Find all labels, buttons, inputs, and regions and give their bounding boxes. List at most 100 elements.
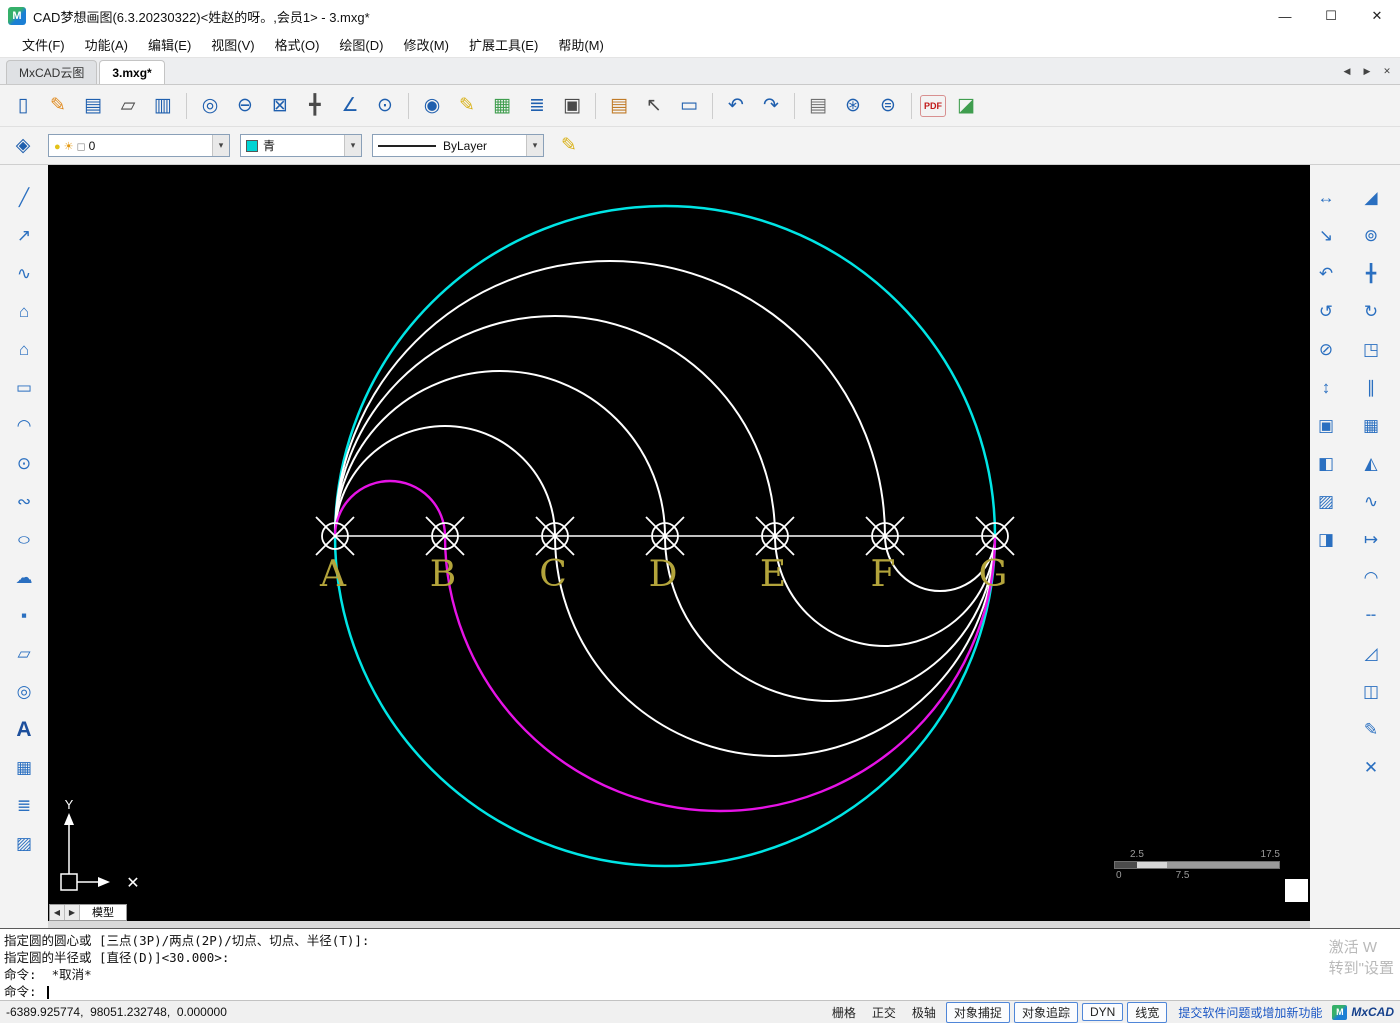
table-icon[interactable]: ▦ — [487, 91, 517, 121]
save-as-icon[interactable]: ▥ — [148, 91, 178, 121]
tab-scroll-left-icon[interactable]: ◀ — [50, 904, 65, 920]
command-prompt-line[interactable]: 命令: — [4, 983, 1394, 1000]
maximize-button[interactable]: ☐ — [1308, 0, 1354, 32]
block-icon[interactable]: ▣ — [557, 91, 587, 121]
zoom-extents-icon[interactable]: ⊠ — [265, 91, 295, 121]
chevron-down-icon[interactable]: ▾ — [212, 135, 229, 156]
erase-icon[interactable]: ◢ — [1358, 185, 1384, 211]
separator[interactable] — [186, 92, 187, 119]
undo-icon[interactable]: ↶ — [721, 91, 751, 121]
pencil-icon[interactable]: ✎ — [554, 131, 584, 161]
edit-poly-icon[interactable]: ✎ — [1358, 717, 1384, 743]
drawing-canvas[interactable]: A B C D E F G Y ✕ 2.5 17.5 0 7.5 ◀ ▶ 模型 — [48, 165, 1310, 928]
ucs-icon[interactable]: ∠ — [335, 91, 365, 121]
image-export-icon[interactable]: ◪ — [951, 91, 981, 121]
dim-diameter-icon[interactable]: ⊘ — [1313, 337, 1339, 363]
layer-stack-icon[interactable]: ◈ — [8, 131, 38, 161]
zoom-out-icon[interactable]: ⊖ — [230, 91, 260, 121]
tab-next-icon[interactable]: ▶ — [1360, 64, 1374, 78]
menu-edit[interactable]: 编辑(E) — [138, 32, 201, 57]
open-edit-icon[interactable]: ✎ — [43, 91, 73, 121]
rectangle-icon[interactable]: ▭ — [11, 375, 37, 401]
menu-function[interactable]: 功能(A) — [75, 32, 138, 57]
pencil-icon[interactable]: ✎ — [452, 91, 482, 121]
command-line-panel[interactable]: 指定圆的圆心或 [三点(3P)/两点(2P)/切点、切点、半径(T)]: 指定圆… — [0, 928, 1400, 1000]
new-icon[interactable]: ▯ — [8, 91, 38, 121]
stretch-icon[interactable]: ↦ — [1358, 527, 1384, 553]
save-icon[interactable]: ▤ — [78, 91, 108, 121]
xline-icon[interactable]: ↗ — [11, 223, 37, 249]
print-icon[interactable]: ▤ — [803, 91, 833, 121]
trim-icon[interactable]: ∿ — [1358, 489, 1384, 515]
mtext-icon[interactable]: ≣ — [11, 793, 37, 819]
tab-prev-icon[interactable]: ◀ — [1340, 64, 1354, 78]
tab-scroll-right-icon[interactable]: ▶ — [65, 904, 80, 920]
copy-icon[interactable]: ⊚ — [1358, 223, 1384, 249]
text-icon[interactable]: A — [11, 717, 37, 743]
revcloud-icon[interactable]: ☁ — [11, 565, 37, 591]
separator[interactable] — [712, 92, 713, 119]
arc-icon[interactable]: ◠ — [11, 413, 37, 439]
rotate-icon[interactable]: ↻ — [1358, 299, 1384, 325]
separator[interactable] — [911, 92, 912, 119]
polygon-filled-icon[interactable]: ⌂ — [11, 299, 37, 325]
fillet-icon[interactable]: ◠ — [1358, 565, 1384, 591]
menu-help[interactable]: 帮助(M) — [548, 32, 614, 57]
donut-icon[interactable]: ◎ — [11, 679, 37, 705]
tab-close-icon[interactable]: ✕ — [1380, 64, 1394, 78]
mirror-icon[interactable]: ◭ — [1358, 451, 1384, 477]
gradient-fill-icon[interactable]: ◨ — [1313, 527, 1339, 553]
chevron-down-icon[interactable]: ▾ — [344, 135, 361, 156]
box-3d-icon[interactable]: ◫ — [1358, 679, 1384, 705]
close-button[interactable]: ✕ — [1354, 0, 1400, 32]
find-icon[interactable]: ◉ — [417, 91, 447, 121]
layer-select[interactable]: ● ☀ ◻ 0 ▾ — [48, 134, 230, 157]
hatch-icon[interactable]: ▨ — [11, 831, 37, 857]
tab-mxcad-cloud[interactable]: MxCAD云图 — [6, 59, 98, 84]
toggle-grid[interactable]: 栅格 — [825, 1003, 863, 1022]
text-lines-icon[interactable]: ≣ — [522, 91, 552, 121]
chevron-down-icon[interactable]: ▾ — [526, 135, 543, 156]
model-tab[interactable]: 模型 — [80, 904, 126, 920]
toggle-otrack[interactable]: 对象追踪 — [1013, 1001, 1078, 1023]
dim-angular-icon[interactable]: ↶ — [1313, 261, 1339, 287]
offset-icon[interactable]: ∥ — [1358, 375, 1384, 401]
polyline-icon[interactable]: ∿ — [11, 261, 37, 287]
menu-modify[interactable]: 修改(M) — [393, 32, 459, 57]
web-publish-icon[interactable]: ⊛ — [838, 91, 868, 121]
region-icon[interactable]: ▱ — [11, 641, 37, 667]
separator[interactable] — [408, 92, 409, 119]
menu-format[interactable]: 格式(O) — [265, 32, 330, 57]
polygon-icon[interactable]: ⌂ — [11, 337, 37, 363]
separator[interactable] — [595, 92, 596, 119]
separator[interactable] — [794, 92, 795, 119]
circle-icon[interactable]: ⊙ — [11, 451, 37, 477]
pdf-export-icon[interactable]: PDF — [920, 94, 946, 117]
image-icon[interactable]: ▦ — [11, 755, 37, 781]
open-folder-icon[interactable]: ▱ — [113, 91, 143, 121]
line-icon[interactable]: ╱ — [11, 185, 37, 211]
hatch-pattern-icon[interactable]: ▨ — [1313, 489, 1339, 515]
block-editor-icon[interactable]: ◧ — [1313, 451, 1339, 477]
toggle-polar[interactable]: 极轴 — [905, 1003, 943, 1022]
minimize-button[interactable]: — — [1262, 0, 1308, 32]
feedback-link[interactable]: 提交软件问题或增加新功能 — [1178, 1004, 1322, 1021]
zoom-previous-icon[interactable]: ◎ — [195, 91, 225, 121]
toggle-lineweight[interactable]: 线宽 — [1127, 1001, 1168, 1023]
menu-file[interactable]: 文件(F) — [12, 32, 75, 57]
web-browser-icon[interactable]: ⊜ — [873, 91, 903, 121]
dim-linear-icon[interactable]: ↔ — [1313, 185, 1339, 211]
chamfer-icon[interactable]: ◿ — [1358, 641, 1384, 667]
tab-3mxg[interactable]: 3.mxg* — [99, 60, 165, 84]
array-rect-icon[interactable]: ▣ — [1313, 413, 1339, 439]
pan-icon[interactable]: ╋ — [300, 91, 330, 121]
menu-view[interactable]: 视图(V) — [201, 32, 264, 57]
toggle-ortho[interactable]: 正交 — [865, 1003, 903, 1022]
dim-radius-icon[interactable]: ↺ — [1313, 299, 1339, 325]
layout-edit-icon[interactable]: ▭ — [674, 91, 704, 121]
linetype-select[interactable]: ByLayer ▾ — [372, 134, 544, 157]
zoom-realtime-icon[interactable]: ⊙ — [370, 91, 400, 121]
ellipse-icon[interactable]: ○ — [5, 527, 44, 553]
move-icon[interactable]: ╋ — [1358, 261, 1384, 287]
toggle-dyn[interactable]: DYN — [1081, 1003, 1124, 1021]
